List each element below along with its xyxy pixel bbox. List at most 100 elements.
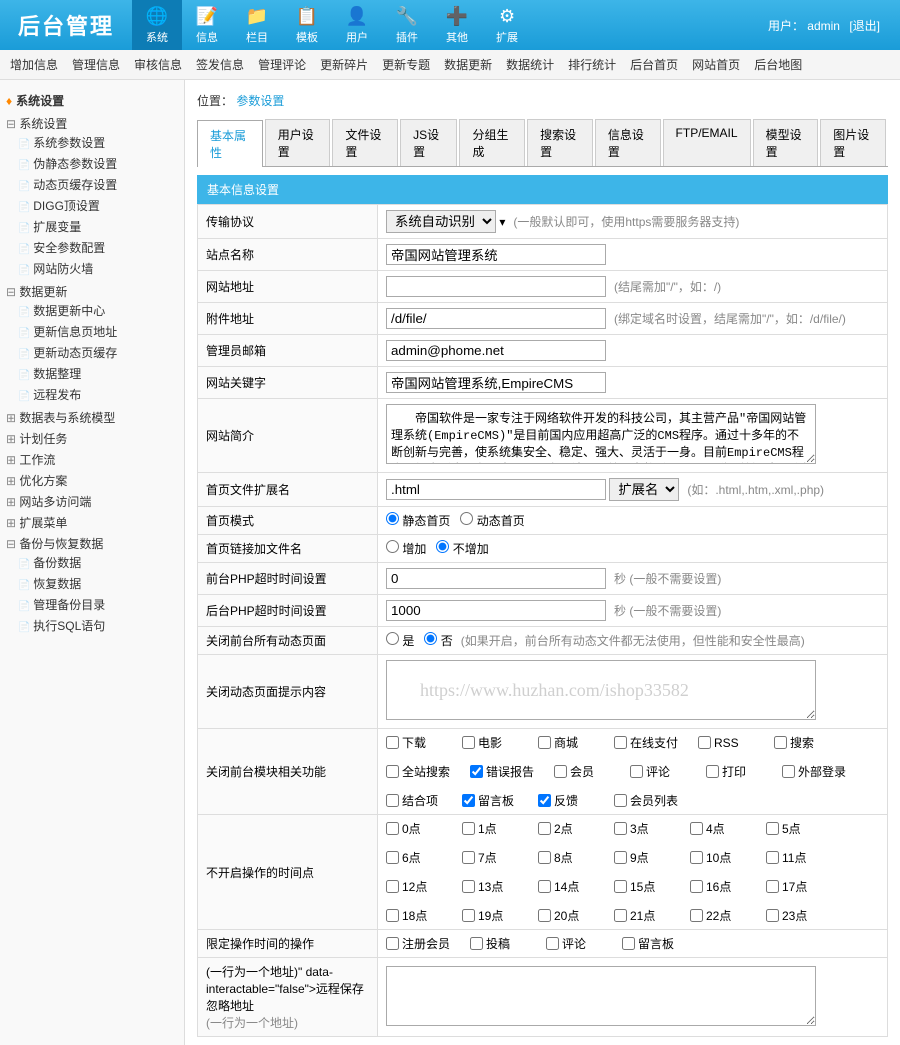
nav-信息[interactable]: 📝信息 [182,0,232,50]
timepoint-4点[interactable] [690,822,703,835]
tab-FTP/EMAIL[interactable]: FTP/EMAIL [663,119,751,166]
indexmode-动态首页[interactable] [460,512,473,525]
linkfile-增加[interactable] [386,540,399,553]
tree-node-数据更新[interactable]: 数据更新 [4,283,180,300]
keywords-input[interactable] [386,372,606,393]
subnav-管理评论[interactable]: 管理评论 [258,56,306,73]
timepoint-22点[interactable] [690,909,703,922]
tab-分组生成[interactable]: 分组生成 [459,119,525,166]
tree-leaf-数据更新中心[interactable]: 数据更新中心 [18,300,180,321]
closemod-会员[interactable] [554,765,567,778]
closemod-打印[interactable] [706,765,719,778]
protocol-select[interactable]: 系统自动识别 [386,210,496,233]
timepoint-10点[interactable] [690,851,703,864]
tree-node-扩展菜单[interactable]: 扩展菜单 [4,514,180,531]
timepoint-7点[interactable] [462,851,475,864]
tab-文件设置[interactable]: 文件设置 [332,119,398,166]
limitop-投稿[interactable] [470,937,483,950]
linkfile-不增加[interactable] [436,540,449,553]
timepoint-20点[interactable] [538,909,551,922]
timepoint-2点[interactable] [538,822,551,835]
timepoint-21点[interactable] [614,909,627,922]
timepoint-23点[interactable] [766,909,779,922]
subnav-数据统计[interactable]: 数据统计 [506,56,554,73]
nav-其他[interactable]: ➕其他 [432,0,482,50]
limitop-留言板[interactable] [622,937,635,950]
tree-leaf-DIGG顶设置[interactable]: DIGG顶设置 [18,195,180,216]
ignoreurl-textarea[interactable] [386,966,816,1026]
tree-leaf-网站防火墙[interactable]: 网站防火墙 [18,258,180,279]
intro-textarea[interactable]: 帝国软件是一家专注于网络软件开发的科技公司，其主营产品"帝国网站管理系统(Emp… [386,404,816,464]
tab-图片设置[interactable]: 图片设置 [820,119,886,166]
fileurl-input[interactable] [386,308,606,329]
logout-link[interactable]: [退出] [849,19,880,33]
timepoint-3点[interactable] [614,822,627,835]
tab-模型设置[interactable]: 模型设置 [753,119,819,166]
closemod-搜索[interactable] [774,736,787,749]
subnav-增加信息[interactable]: 增加信息 [10,56,58,73]
nav-扩展[interactable]: ⚙扩展 [482,0,532,50]
tree-leaf-执行SQL语句[interactable]: 执行SQL语句 [18,615,180,636]
tree-leaf-更新信息页地址[interactable]: 更新信息页地址 [18,321,180,342]
closefront-是[interactable] [386,632,399,645]
subnav-数据更新[interactable]: 数据更新 [444,56,492,73]
tree-leaf-备份数据[interactable]: 备份数据 [18,552,180,573]
siteurl-input[interactable] [386,276,606,297]
tree-leaf-动态页缓存设置[interactable]: 动态页缓存设置 [18,174,180,195]
closemod-RSS[interactable] [698,736,711,749]
tree-node-网站多访问端[interactable]: 网站多访问端 [4,493,180,510]
closemod-评论[interactable] [630,765,643,778]
closemod-在线支付[interactable] [614,736,627,749]
nav-插件[interactable]: 🔧插件 [382,0,432,50]
subnav-排行统计[interactable]: 排行统计 [568,56,616,73]
subnav-审核信息[interactable]: 审核信息 [134,56,182,73]
timepoint-11点[interactable] [766,851,779,864]
tree-leaf-远程发布[interactable]: 远程发布 [18,384,180,405]
backtime-input[interactable] [386,600,606,621]
closemod-外部登录[interactable] [782,765,795,778]
nav-栏目[interactable]: 📁栏目 [232,0,282,50]
tree-leaf-更新动态页缓存[interactable]: 更新动态页缓存 [18,342,180,363]
nav-模板[interactable]: 📋模板 [282,0,332,50]
tab-用户设置[interactable]: 用户设置 [265,119,331,166]
closemod-下载[interactable] [386,736,399,749]
tab-JS设置[interactable]: JS设置 [400,119,457,166]
subnav-网站首页[interactable]: 网站首页 [692,56,740,73]
tree-node-工作流[interactable]: 工作流 [4,451,180,468]
timepoint-15点[interactable] [614,880,627,893]
tree-node-优化方案[interactable]: 优化方案 [4,472,180,489]
subnav-管理信息[interactable]: 管理信息 [72,56,120,73]
tree-leaf-安全参数配置[interactable]: 安全参数配置 [18,237,180,258]
nav-系统[interactable]: 🌐系统 [132,0,182,50]
closemod-电影[interactable] [462,736,475,749]
dropdown-icon[interactable]: ▾ [499,215,505,229]
tree-leaf-恢复数据[interactable]: 恢复数据 [18,573,180,594]
closemod-留言板[interactable] [462,794,475,807]
timepoint-13点[interactable] [462,880,475,893]
timepoint-12点[interactable] [386,880,399,893]
limitop-评论[interactable] [546,937,559,950]
nav-用户[interactable]: 👤用户 [332,0,382,50]
timepoint-5点[interactable] [766,822,779,835]
subnav-后台地图[interactable]: 后台地图 [754,56,802,73]
limitop-注册会员[interactable] [386,937,399,950]
subnav-签发信息[interactable]: 签发信息 [196,56,244,73]
tree-leaf-系统参数设置[interactable]: 系统参数设置 [18,132,180,153]
tree-leaf-管理备份目录[interactable]: 管理备份目录 [18,594,180,615]
tree-node-数据表与系统模型[interactable]: 数据表与系统模型 [4,409,180,426]
closemod-商城[interactable] [538,736,551,749]
tree-node-备份与恢复数据[interactable]: 备份与恢复数据 [4,535,180,552]
tree-node-计划任务[interactable]: 计划任务 [4,430,180,447]
fronttime-input[interactable] [386,568,606,589]
closemod-全站搜索[interactable] [386,765,399,778]
tree-leaf-伪静态参数设置[interactable]: 伪静态参数设置 [18,153,180,174]
timepoint-9点[interactable] [614,851,627,864]
closefront-否[interactable] [424,632,437,645]
closemod-反馈[interactable] [538,794,551,807]
tab-基本属性[interactable]: 基本属性 [197,120,263,167]
tab-信息设置[interactable]: 信息设置 [595,119,661,166]
tree-leaf-数据整理[interactable]: 数据整理 [18,363,180,384]
tree-leaf-扩展变量[interactable]: 扩展变量 [18,216,180,237]
closemsg-textarea[interactable] [386,660,816,720]
subnav-后台首页[interactable]: 后台首页 [630,56,678,73]
